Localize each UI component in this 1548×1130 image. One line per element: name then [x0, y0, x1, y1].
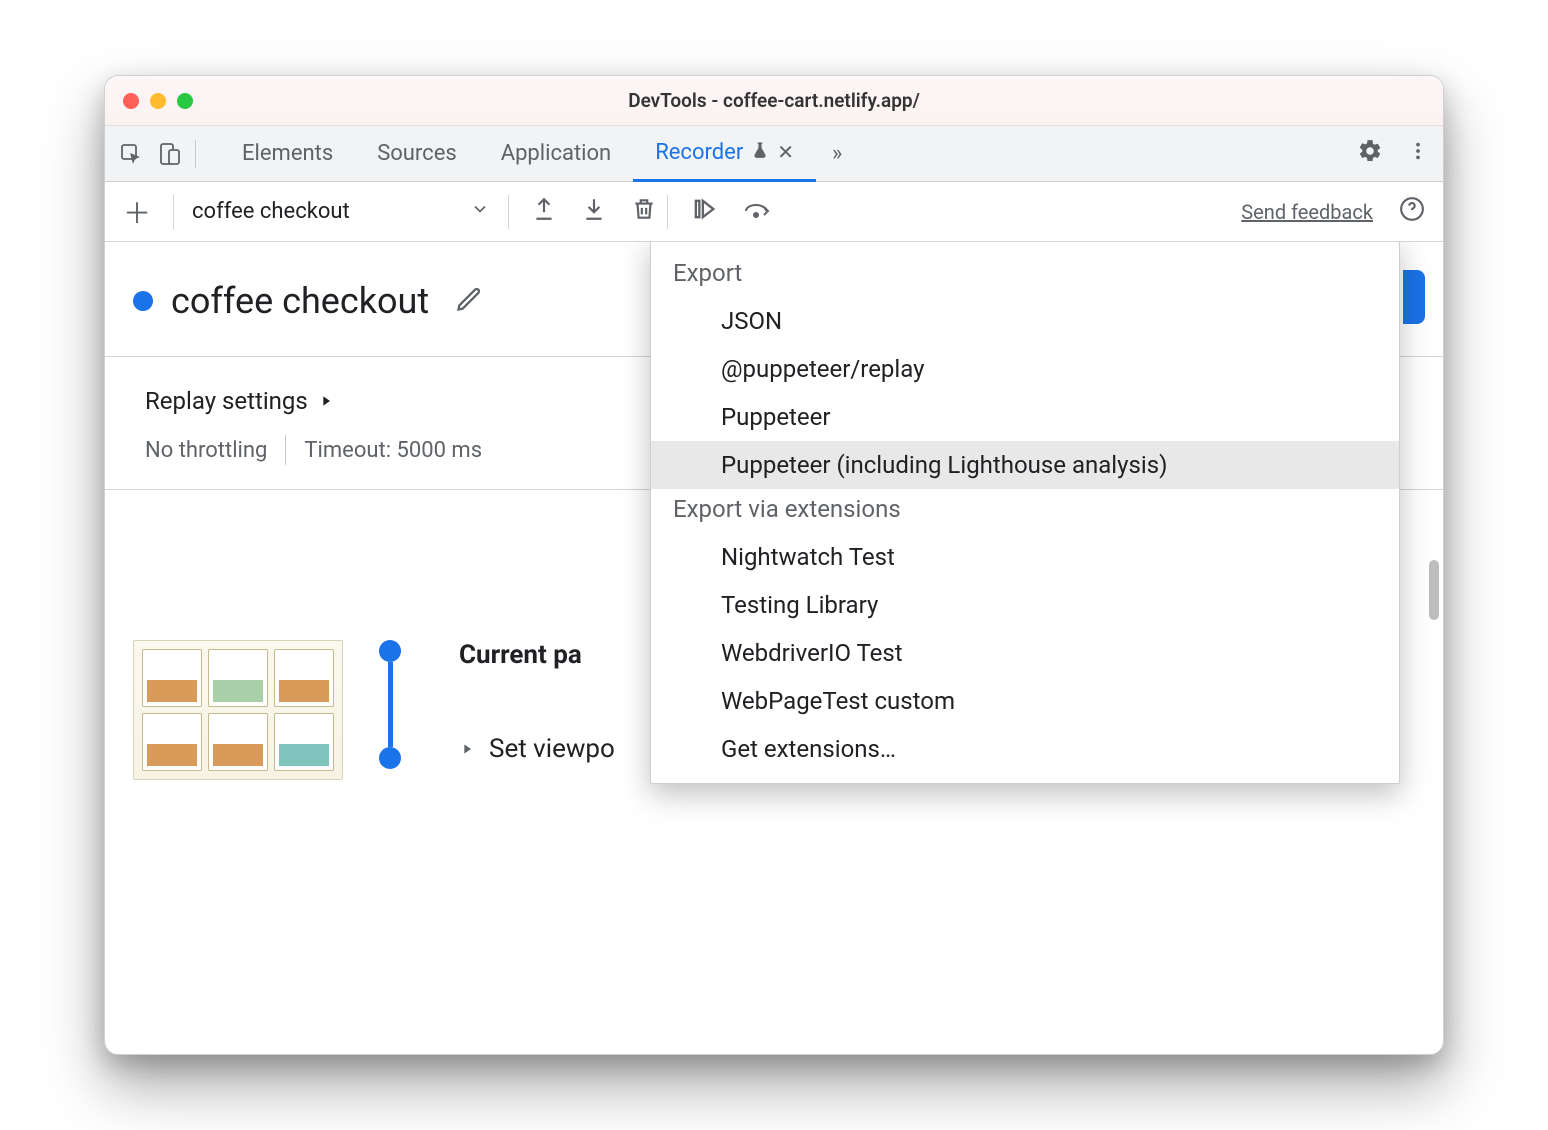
- help-icon[interactable]: [1399, 196, 1425, 228]
- export-dropdown: Export JSON @puppeteer/replay Puppeteer …: [650, 242, 1400, 784]
- timeline-line: [388, 662, 393, 747]
- export-item-get-extensions[interactable]: Get extensions…: [651, 725, 1399, 773]
- step-items: Current pa Set viewpo: [459, 640, 615, 780]
- delete-icon[interactable]: [631, 196, 657, 228]
- dropdown-section-header: Export: [651, 253, 1399, 297]
- tabs-left-controls: [119, 142, 181, 166]
- thumb-cup: [142, 713, 202, 771]
- experiment-flask-icon: [751, 140, 769, 165]
- toolbar-icon-group: [531, 196, 657, 228]
- recording-selector-label: coffee checkout: [192, 199, 350, 224]
- scrollbar-thumb[interactable]: [1429, 560, 1439, 620]
- panel-tabs: Elements Sources Application Recorder ✕ …: [220, 126, 842, 182]
- recording-selector[interactable]: coffee checkout: [184, 199, 498, 225]
- recording-status-dot-icon: [133, 291, 153, 311]
- caret-right-icon: [318, 387, 334, 415]
- edit-title-icon[interactable]: [455, 285, 483, 317]
- import-icon[interactable]: [581, 196, 607, 228]
- window-titlebar: DevTools - coffee-cart.netlify.app/: [105, 76, 1443, 126]
- kebab-menu-icon[interactable]: [1407, 140, 1429, 168]
- step-label: Set viewpo: [489, 734, 615, 764]
- export-icon[interactable]: [531, 196, 557, 228]
- export-item-testing-library[interactable]: Testing Library: [651, 581, 1399, 629]
- step-current-page[interactable]: Current pa: [459, 640, 615, 670]
- recorder-toolbar: ＋ coffee checkout: [105, 182, 1443, 242]
- step-set-viewport[interactable]: Set viewpo: [459, 734, 615, 764]
- export-item-puppeteer-replay[interactable]: @puppeteer/replay: [651, 345, 1399, 393]
- thumb-cup: [142, 649, 202, 707]
- inspect-element-icon[interactable]: [119, 142, 143, 166]
- chevron-down-icon: [470, 199, 490, 225]
- replay-button-peek[interactable]: [1403, 270, 1425, 324]
- export-item-json[interactable]: JSON: [651, 297, 1399, 345]
- separator: [195, 140, 196, 168]
- thumb-cup: [208, 713, 268, 771]
- timeline-dot-icon: [379, 747, 401, 769]
- export-item-puppeteer-lighthouse[interactable]: Puppeteer (including Lighthouse analysis…: [651, 441, 1399, 489]
- more-tabs-icon[interactable]: »: [832, 141, 842, 166]
- export-item-webdriverio[interactable]: WebdriverIO Test: [651, 629, 1399, 677]
- separator: [667, 195, 668, 229]
- separator: [285, 435, 286, 465]
- recorder-content: coffee checkout Replay settings No throt…: [105, 242, 1443, 1054]
- export-item-puppeteer[interactable]: Puppeteer: [651, 393, 1399, 441]
- tab-label: Recorder: [655, 140, 743, 165]
- tab-application[interactable]: Application: [479, 126, 633, 182]
- tabs-bar: Elements Sources Application Recorder ✕ …: [105, 126, 1443, 182]
- tab-label: Application: [501, 141, 611, 166]
- tabs-right-controls: [1357, 138, 1429, 170]
- tab-label: Elements: [242, 141, 333, 166]
- tab-label: Sources: [377, 141, 457, 166]
- thumb-cup: [274, 649, 334, 707]
- device-toolbar-icon[interactable]: [157, 142, 181, 166]
- add-recording-icon[interactable]: ＋: [123, 192, 163, 232]
- thumb-cup: [208, 649, 268, 707]
- window-title: DevTools - coffee-cart.netlify.app/: [105, 89, 1443, 112]
- step-label: Current pa: [459, 640, 582, 670]
- toolbar-right: Send feedback: [1241, 196, 1425, 228]
- send-feedback-link[interactable]: Send feedback: [1241, 200, 1373, 224]
- export-item-nightwatch[interactable]: Nightwatch Test: [651, 533, 1399, 581]
- separator: [508, 195, 509, 229]
- continue-icon[interactable]: [690, 195, 718, 229]
- step-over-icon[interactable]: [742, 196, 774, 228]
- caret-right-icon: [459, 734, 475, 764]
- timeline-dot-icon: [379, 640, 401, 662]
- thumb-cup: [274, 713, 334, 771]
- close-tab-icon[interactable]: ✕: [777, 140, 794, 164]
- export-item-webpagetest[interactable]: WebPageTest custom: [651, 677, 1399, 725]
- tab-recorder[interactable]: Recorder ✕: [633, 126, 816, 182]
- timeline: [379, 640, 401, 780]
- tab-sources[interactable]: Sources: [355, 126, 479, 182]
- timeout-value: Timeout: 5000 ms: [304, 438, 482, 463]
- separator: [173, 195, 174, 229]
- dropdown-section-header: Export via extensions: [651, 489, 1399, 533]
- devtools-window: DevTools - coffee-cart.netlify.app/ Elem…: [104, 75, 1444, 1055]
- page-thumbnail: [133, 640, 343, 780]
- recording-title: coffee checkout: [171, 280, 429, 322]
- replay-settings-label: Replay settings: [145, 387, 308, 415]
- throttling-value: No throttling: [145, 438, 267, 463]
- tab-elements[interactable]: Elements: [220, 126, 355, 182]
- settings-gear-icon[interactable]: [1357, 138, 1383, 170]
- toolbar-icon-group-2: [690, 195, 774, 229]
